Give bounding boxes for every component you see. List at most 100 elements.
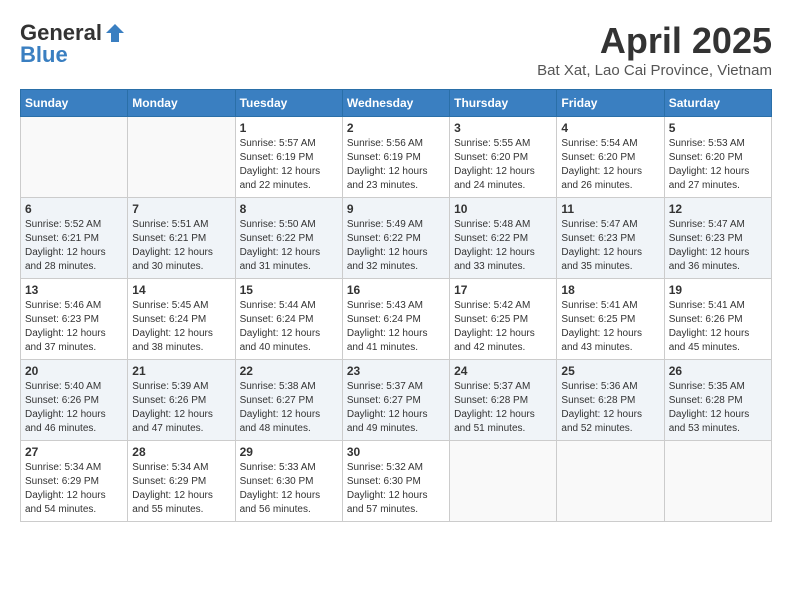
logo: General Blue [20, 20, 126, 68]
calendar-week-row: 20 Sunrise: 5:40 AM Sunset: 6:26 PM Dayli… [21, 360, 772, 441]
day-info: Sunrise: 5:43 AM Sunset: 6:24 PM Dayligh… [347, 299, 445, 355]
table-row: 25Sunrise: 5:36 AM Sunset: 6:28 PM Dayli… [557, 360, 664, 441]
location-title: Bat Xat, Lao Cai Province, Vietnam [537, 62, 772, 79]
title-block: April 2025 Bat Xat, Lao Cai Province, Vi… [537, 20, 772, 79]
day-number: 14 [132, 283, 230, 297]
calendar-header-row: Sunday Monday Tuesday Wednesday Thursday… [21, 90, 772, 117]
table-row: 16 Sunrise: 5:43 AM Sunset: 6:24 PM Dayli… [342, 279, 449, 360]
day-info: Sunrise: 5:39 AM Sunset: 6:26 PM Dayligh… [132, 380, 230, 436]
day-number: 27 [25, 445, 123, 459]
calendar-week-row: 6 Sunrise: 5:52 AM Sunset: 6:21 PM Daylig… [21, 198, 772, 279]
day-number: 28 [132, 445, 230, 459]
day-info: Sunrise: 5:53 AM Sunset: 6:20 PM Dayligh… [669, 137, 767, 193]
day-number: 6 [25, 202, 123, 216]
day-info: Sunrise: 5:41 AM Sunset: 6:25 PM Dayligh… [561, 299, 659, 355]
day-number: 30 [347, 445, 445, 459]
day-info: Sunrise: 5:34 AM Sunset: 6:29 PM Dayligh… [25, 461, 123, 517]
day-number: 5 [669, 121, 767, 135]
day-info: Sunrise: 5:51 AM Sunset: 6:21 PM Dayligh… [132, 218, 230, 274]
table-row: 7Sunrise: 5:51 AM Sunset: 6:21 PM Daylig… [128, 198, 235, 279]
day-number: 17 [454, 283, 552, 297]
month-title: April 2025 [537, 20, 772, 62]
table-row: 23 Sunrise: 5:37 AM Sunset: 6:27 PM Dayli… [342, 360, 449, 441]
day-info: Sunrise: 5:56 AM Sunset: 6:19 PM Dayligh… [347, 137, 445, 193]
table-row: 15 Sunrise: 5:44 AM Sunset: 6:24 PM Dayli… [235, 279, 342, 360]
day-number: 8 [240, 202, 338, 216]
day-number: 3 [454, 121, 552, 135]
table-row: 13 Sunrise: 5:46 AM Sunset: 6:23 PM Dayli… [21, 279, 128, 360]
header-thursday: Thursday [450, 90, 557, 117]
table-row: 19 Sunrise: 5:41 AM Sunset: 6:26 PM Dayli… [664, 279, 771, 360]
calendar-table: Sunday Monday Tuesday Wednesday Thursday… [20, 89, 772, 522]
day-number: 2 [347, 121, 445, 135]
day-number: 15 [240, 283, 338, 297]
table-row: 9Sunrise: 5:49 AM Sunset: 6:22 PM Daylig… [342, 198, 449, 279]
day-info: Sunrise: 5:34 AM Sunset: 6:29 PM Dayligh… [132, 461, 230, 517]
table-row: 27 Sunrise: 5:34 AM Sunset: 6:29 PM Dayli… [21, 441, 128, 522]
header-sunday: Sunday [21, 90, 128, 117]
table-row: 21 Sunrise: 5:39 AM Sunset: 6:26 PM Dayli… [128, 360, 235, 441]
table-row: 4 Sunrise: 5:54 AM Sunset: 6:20 PM Daylig… [557, 117, 664, 198]
table-row: 28 Sunrise: 5:34 AM Sunset: 6:29 PM Dayli… [128, 441, 235, 522]
table-row: 17 Sunrise: 5:42 AM Sunset: 6:25 PM Dayli… [450, 279, 557, 360]
day-info: Sunrise: 5:46 AM Sunset: 6:23 PM Dayligh… [25, 299, 123, 355]
day-info: Sunrise: 5:49 AM Sunset: 6:22 PM Dayligh… [347, 218, 445, 274]
day-info: Sunrise: 5:37 AM Sunset: 6:27 PM Dayligh… [347, 380, 445, 436]
calendar-week-row: 27 Sunrise: 5:34 AM Sunset: 6:29 PM Dayli… [21, 441, 772, 522]
day-info: Sunrise: 5:55 AM Sunset: 6:20 PM Dayligh… [454, 137, 552, 193]
day-info: Sunrise: 5:41 AM Sunset: 6:26 PM Dayligh… [669, 299, 767, 355]
table-row: 22 Sunrise: 5:38 AM Sunset: 6:27 PM Dayli… [235, 360, 342, 441]
day-info: Sunrise: 5:45 AM Sunset: 6:24 PM Dayligh… [132, 299, 230, 355]
day-number: 18 [561, 283, 659, 297]
table-row [557, 441, 664, 522]
table-row: 3 Sunrise: 5:55 AM Sunset: 6:20 PM Daylig… [450, 117, 557, 198]
day-number: 22 [240, 364, 338, 378]
day-info: Sunrise: 5:52 AM Sunset: 6:21 PM Dayligh… [25, 218, 123, 274]
day-info: Sunrise: 5:42 AM Sunset: 6:25 PM Dayligh… [454, 299, 552, 355]
day-info: Sunrise: 5:57 AM Sunset: 6:19 PM Dayligh… [240, 137, 338, 193]
table-row: 6 Sunrise: 5:52 AM Sunset: 6:21 PM Daylig… [21, 198, 128, 279]
day-info: Sunrise: 5:40 AM Sunset: 6:26 PM Dayligh… [25, 380, 123, 436]
day-number: 29 [240, 445, 338, 459]
header-friday: Friday [557, 90, 664, 117]
day-info: Sunrise: 5:48 AM Sunset: 6:22 PM Dayligh… [454, 218, 552, 274]
day-number: 26 [669, 364, 767, 378]
day-info: Sunrise: 5:54 AM Sunset: 6:20 PM Dayligh… [561, 137, 659, 193]
day-number: 19 [669, 283, 767, 297]
header-tuesday: Tuesday [235, 90, 342, 117]
day-number: 4 [561, 121, 659, 135]
day-number: 11 [561, 202, 659, 216]
day-number: 24 [454, 364, 552, 378]
day-info: Sunrise: 5:38 AM Sunset: 6:27 PM Dayligh… [240, 380, 338, 436]
day-info: Sunrise: 5:33 AM Sunset: 6:30 PM Dayligh… [240, 461, 338, 517]
day-number: 21 [132, 364, 230, 378]
table-row: 12 Sunrise: 5:47 AM Sunset: 6:23 PM Dayli… [664, 198, 771, 279]
calendar-week-row: 1Sunrise: 5:57 AM Sunset: 6:19 PM Daylig… [21, 117, 772, 198]
header-monday: Monday [128, 90, 235, 117]
logo-icon [104, 22, 126, 44]
header-saturday: Saturday [664, 90, 771, 117]
day-info: Sunrise: 5:36 AM Sunset: 6:28 PM Dayligh… [561, 380, 659, 436]
table-row [128, 117, 235, 198]
table-row: 24Sunrise: 5:37 AM Sunset: 6:28 PM Dayli… [450, 360, 557, 441]
calendar-week-row: 13 Sunrise: 5:46 AM Sunset: 6:23 PM Dayli… [21, 279, 772, 360]
table-row: 29 Sunrise: 5:33 AM Sunset: 6:30 PM Dayli… [235, 441, 342, 522]
table-row: 1Sunrise: 5:57 AM Sunset: 6:19 PM Daylig… [235, 117, 342, 198]
day-number: 12 [669, 202, 767, 216]
table-row [21, 117, 128, 198]
day-info: Sunrise: 5:32 AM Sunset: 6:30 PM Dayligh… [347, 461, 445, 517]
table-row: 30 Sunrise: 5:32 AM Sunset: 6:30 PM Dayli… [342, 441, 449, 522]
table-row: 8 Sunrise: 5:50 AM Sunset: 6:22 PM Daylig… [235, 198, 342, 279]
day-number: 16 [347, 283, 445, 297]
day-info: Sunrise: 5:50 AM Sunset: 6:22 PM Dayligh… [240, 218, 338, 274]
day-number: 23 [347, 364, 445, 378]
table-row: 2 Sunrise: 5:56 AM Sunset: 6:19 PM Daylig… [342, 117, 449, 198]
day-info: Sunrise: 5:47 AM Sunset: 6:23 PM Dayligh… [669, 218, 767, 274]
table-row: 20 Sunrise: 5:40 AM Sunset: 6:26 PM Dayli… [21, 360, 128, 441]
table-row: 10 Sunrise: 5:48 AM Sunset: 6:22 PM Dayli… [450, 198, 557, 279]
day-number: 13 [25, 283, 123, 297]
day-info: Sunrise: 5:44 AM Sunset: 6:24 PM Dayligh… [240, 299, 338, 355]
day-number: 20 [25, 364, 123, 378]
table-row: 11Sunrise: 5:47 AM Sunset: 6:23 PM Dayli… [557, 198, 664, 279]
day-number: 10 [454, 202, 552, 216]
